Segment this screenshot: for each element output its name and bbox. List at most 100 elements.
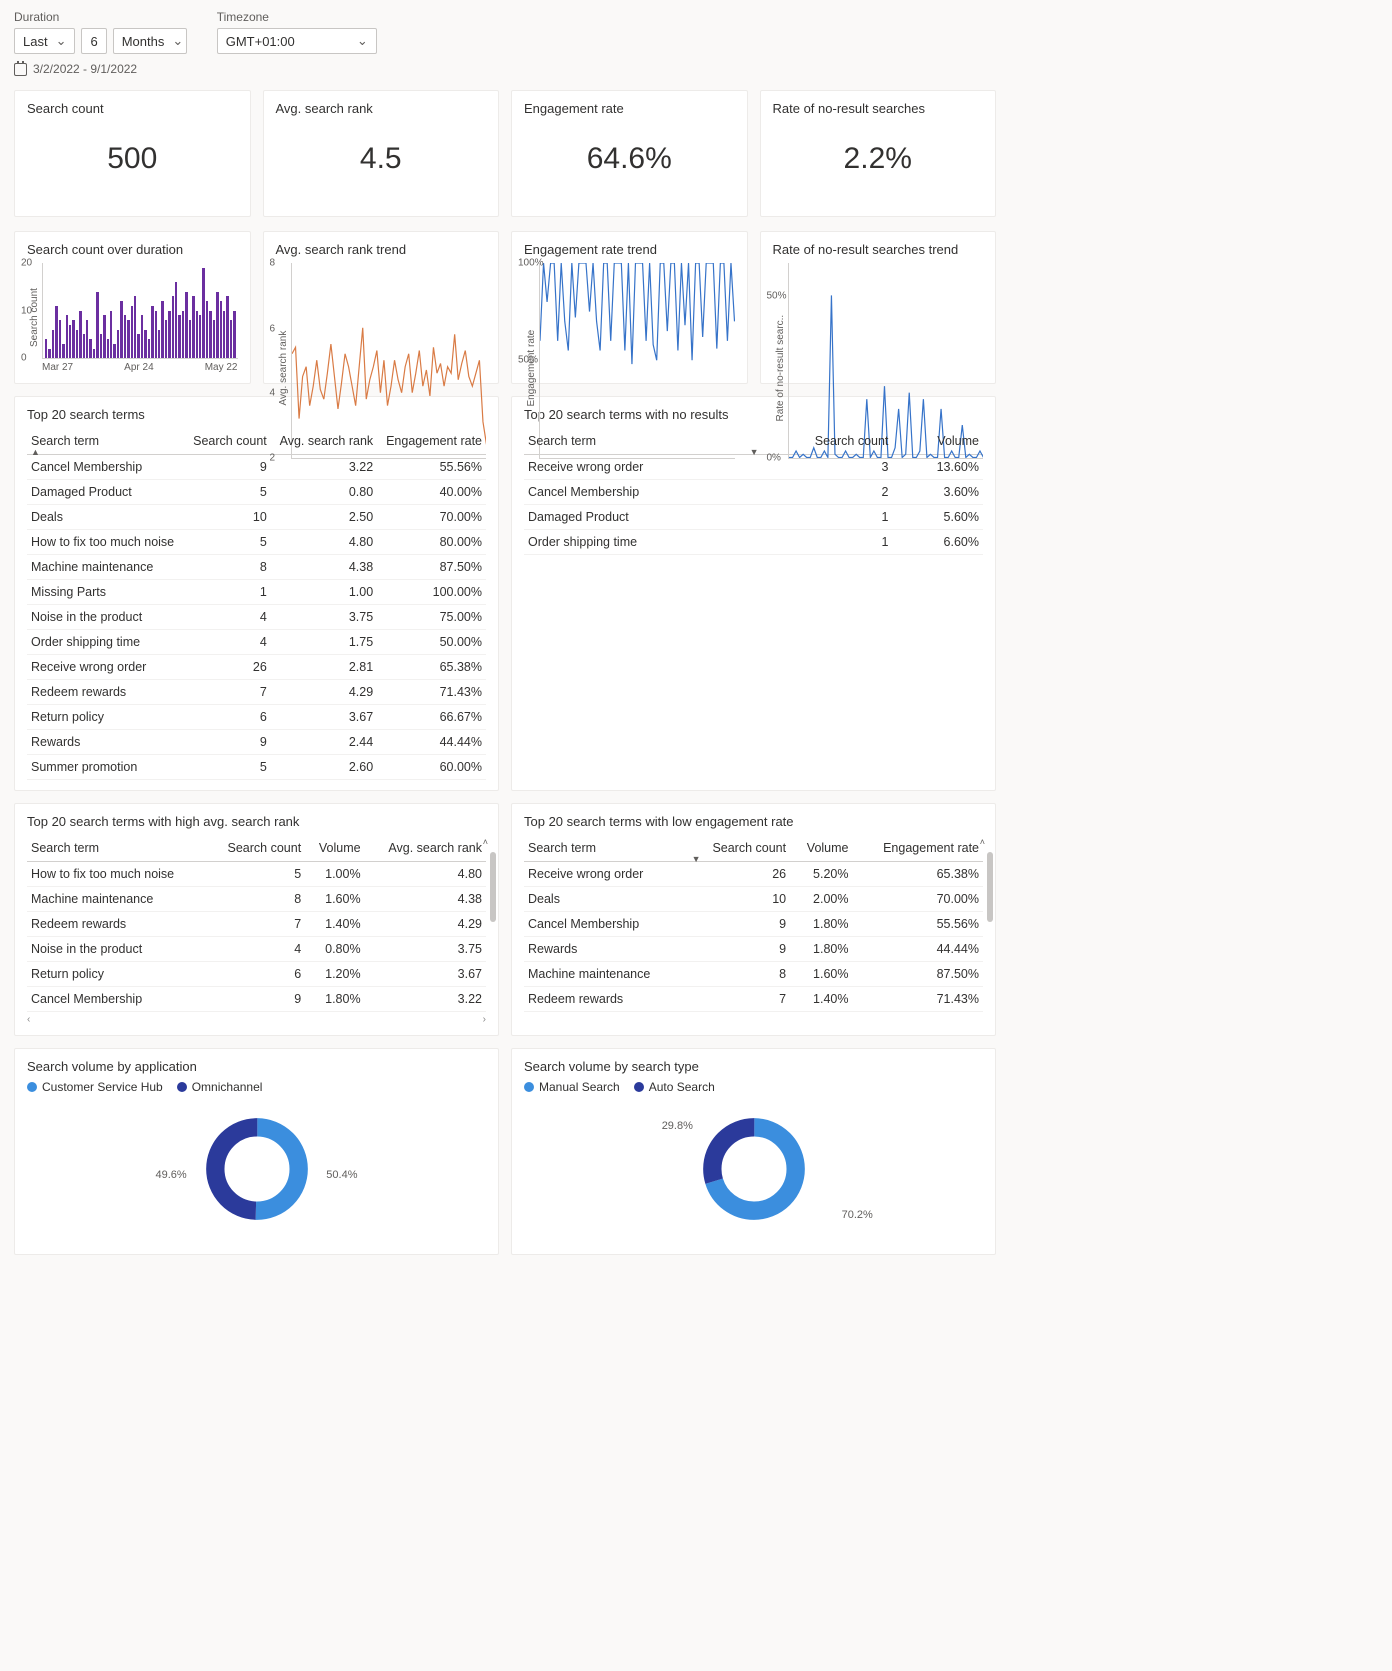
bar bbox=[131, 306, 133, 358]
bar bbox=[209, 311, 211, 359]
sort-desc-icon: ▼ bbox=[692, 854, 701, 864]
col-search-count[interactable]: Search count bbox=[185, 428, 271, 455]
col-search-term[interactable]: Search term bbox=[27, 835, 208, 862]
calendar-icon bbox=[14, 63, 27, 76]
chart-avg-rank[interactable]: Avg. search rank trend Avg. search rank … bbox=[263, 231, 500, 384]
bar bbox=[220, 301, 222, 358]
timezone-select[interactable]: GMT+01:00⌄ bbox=[217, 28, 377, 54]
col-engagement[interactable]: Engagement rate bbox=[377, 428, 486, 455]
date-range-text: 3/2/2022 - 9/1/2022 bbox=[33, 62, 137, 76]
filter-bar: Duration Last⌄ 6 Months⌄ Timezone GMT+01… bbox=[14, 10, 996, 54]
bar bbox=[165, 320, 167, 358]
table-row[interactable]: Rewards92.4444.44% bbox=[27, 730, 486, 755]
bar bbox=[182, 311, 184, 359]
scrollbar[interactable] bbox=[490, 852, 496, 922]
kpi-no-result: Rate of no-result searches 2.2% bbox=[760, 90, 997, 217]
col-search-count[interactable]: Search count▼ bbox=[688, 835, 791, 862]
table-row[interactable]: Return policy63.6766.67% bbox=[27, 705, 486, 730]
scrollbar[interactable] bbox=[987, 852, 993, 922]
kpi-search-count: Search count 500 bbox=[14, 90, 251, 217]
col-search-term[interactable]: Search term▲ bbox=[27, 428, 185, 455]
table-row[interactable]: Receive wrong order262.8165.38% bbox=[27, 655, 486, 680]
chevron-down-icon: ⌄ bbox=[357, 33, 368, 49]
bar bbox=[59, 320, 61, 358]
col-volume[interactable]: Volume bbox=[305, 835, 364, 862]
bar bbox=[196, 311, 198, 359]
bar bbox=[48, 349, 50, 359]
col-search-term[interactable]: Search term bbox=[524, 428, 746, 455]
col-search-count[interactable]: Search count▼ bbox=[746, 428, 893, 455]
table-row[interactable]: Missing Parts11.00100.00% bbox=[27, 580, 486, 605]
chevron-down-icon: ⌄ bbox=[172, 33, 183, 49]
table-row[interactable]: Cancel Membership91.80%3.22 bbox=[27, 987, 486, 1012]
chart-no-result[interactable]: Rate of no-result searches trend Rate of… bbox=[760, 231, 997, 384]
duration-qty-input[interactable]: 6 bbox=[81, 28, 106, 54]
bar bbox=[226, 296, 228, 358]
bar bbox=[76, 330, 78, 359]
bar bbox=[158, 330, 160, 359]
table-low-engagement: Top 20 search terms with low engagement … bbox=[511, 803, 996, 1036]
col-volume[interactable]: Volume bbox=[892, 428, 983, 455]
bar bbox=[202, 268, 204, 358]
duration-unit-select[interactable]: Months⌄ bbox=[113, 28, 187, 54]
table-row[interactable]: Rewards91.80%44.44% bbox=[524, 937, 983, 962]
bar bbox=[213, 320, 215, 358]
table-row[interactable]: Order shipping time41.7550.00% bbox=[27, 630, 486, 655]
col-engagement[interactable]: Engagement rate˄ bbox=[853, 835, 984, 862]
bar bbox=[96, 292, 98, 359]
bar bbox=[185, 292, 187, 359]
table-row[interactable]: Receive wrong order265.20%65.38% bbox=[524, 862, 983, 887]
table-row[interactable]: Redeem rewards71.40%4.29 bbox=[27, 912, 486, 937]
duration-last-select[interactable]: Last⌄ bbox=[14, 28, 75, 54]
col-avg-rank[interactable]: Avg. search rank bbox=[271, 428, 377, 455]
sort-asc-icon: ˄ bbox=[980, 837, 985, 847]
table-row[interactable]: Machine maintenance81.60%87.50% bbox=[524, 962, 983, 987]
kpi-engagement: Engagement rate 64.6% bbox=[511, 90, 748, 217]
table-row[interactable]: Noise in the product40.80%3.75 bbox=[27, 937, 486, 962]
table-row[interactable]: Cancel Membership23.60% bbox=[524, 480, 983, 505]
table-row[interactable]: Machine maintenance84.3887.50% bbox=[27, 555, 486, 580]
table-row[interactable]: Machine maintenance81.60%4.38 bbox=[27, 887, 486, 912]
bar bbox=[178, 315, 180, 358]
table-row[interactable]: Cancel Membership91.80%55.56% bbox=[524, 912, 983, 937]
table-row[interactable]: Summer promotion52.6060.00% bbox=[27, 755, 486, 780]
chart-volume-by-app[interactable]: Search volume by application Customer Se… bbox=[14, 1048, 499, 1255]
bar bbox=[110, 311, 112, 359]
sort-asc-icon: ▲ bbox=[31, 447, 40, 457]
bar bbox=[86, 320, 88, 358]
chart-engagement[interactable]: Engagement rate trend Engagement rate 10… bbox=[511, 231, 748, 384]
col-search-term[interactable]: Search term bbox=[524, 835, 688, 862]
col-search-count[interactable]: Search count bbox=[208, 835, 306, 862]
table-row[interactable]: Deals102.00%70.00% bbox=[524, 887, 983, 912]
bar bbox=[206, 301, 208, 358]
col-volume[interactable]: Volume bbox=[790, 835, 852, 862]
table-row[interactable]: Deals102.5070.00% bbox=[27, 505, 486, 530]
scroll-right-icon[interactable]: › bbox=[483, 1014, 486, 1025]
table-row[interactable]: Redeem rewards71.40%71.43% bbox=[524, 987, 983, 1012]
bar bbox=[72, 320, 74, 358]
table-row[interactable]: Return policy61.20%3.67 bbox=[27, 962, 486, 987]
col-avg-rank[interactable]: Avg. search rank˄ bbox=[365, 835, 486, 862]
bar bbox=[79, 311, 81, 359]
table-row[interactable]: Damaged Product15.60% bbox=[524, 505, 983, 530]
bar bbox=[66, 315, 68, 358]
table-row[interactable]: How to fix too much noise54.8080.00% bbox=[27, 530, 486, 555]
kpi-avg-rank: Avg. search rank 4.5 bbox=[263, 90, 500, 217]
table-high-rank: Top 20 search terms with high avg. searc… bbox=[14, 803, 499, 1036]
table-row[interactable]: Noise in the product43.7575.00% bbox=[27, 605, 486, 630]
legend-dot-icon bbox=[524, 1082, 534, 1092]
table-row[interactable]: How to fix too much noise51.00%4.80 bbox=[27, 862, 486, 887]
table-row[interactable]: Order shipping time16.60% bbox=[524, 530, 983, 555]
scroll-left-icon[interactable]: ‹ bbox=[27, 1014, 30, 1025]
chart-volume-by-type[interactable]: Search volume by search type Manual Sear… bbox=[511, 1048, 996, 1255]
bar bbox=[155, 311, 157, 359]
bar bbox=[62, 344, 64, 358]
table-row[interactable]: Redeem rewards74.2971.43% bbox=[27, 680, 486, 705]
chart-search-count[interactable]: Search count over duration Search count … bbox=[14, 231, 251, 384]
timezone-label: Timezone bbox=[217, 10, 377, 24]
sort-desc-icon: ▼ bbox=[750, 447, 759, 457]
legend-dot-icon bbox=[634, 1082, 644, 1092]
bar bbox=[223, 311, 225, 359]
bar bbox=[45, 339, 47, 358]
table-row[interactable]: Damaged Product50.8040.00% bbox=[27, 480, 486, 505]
